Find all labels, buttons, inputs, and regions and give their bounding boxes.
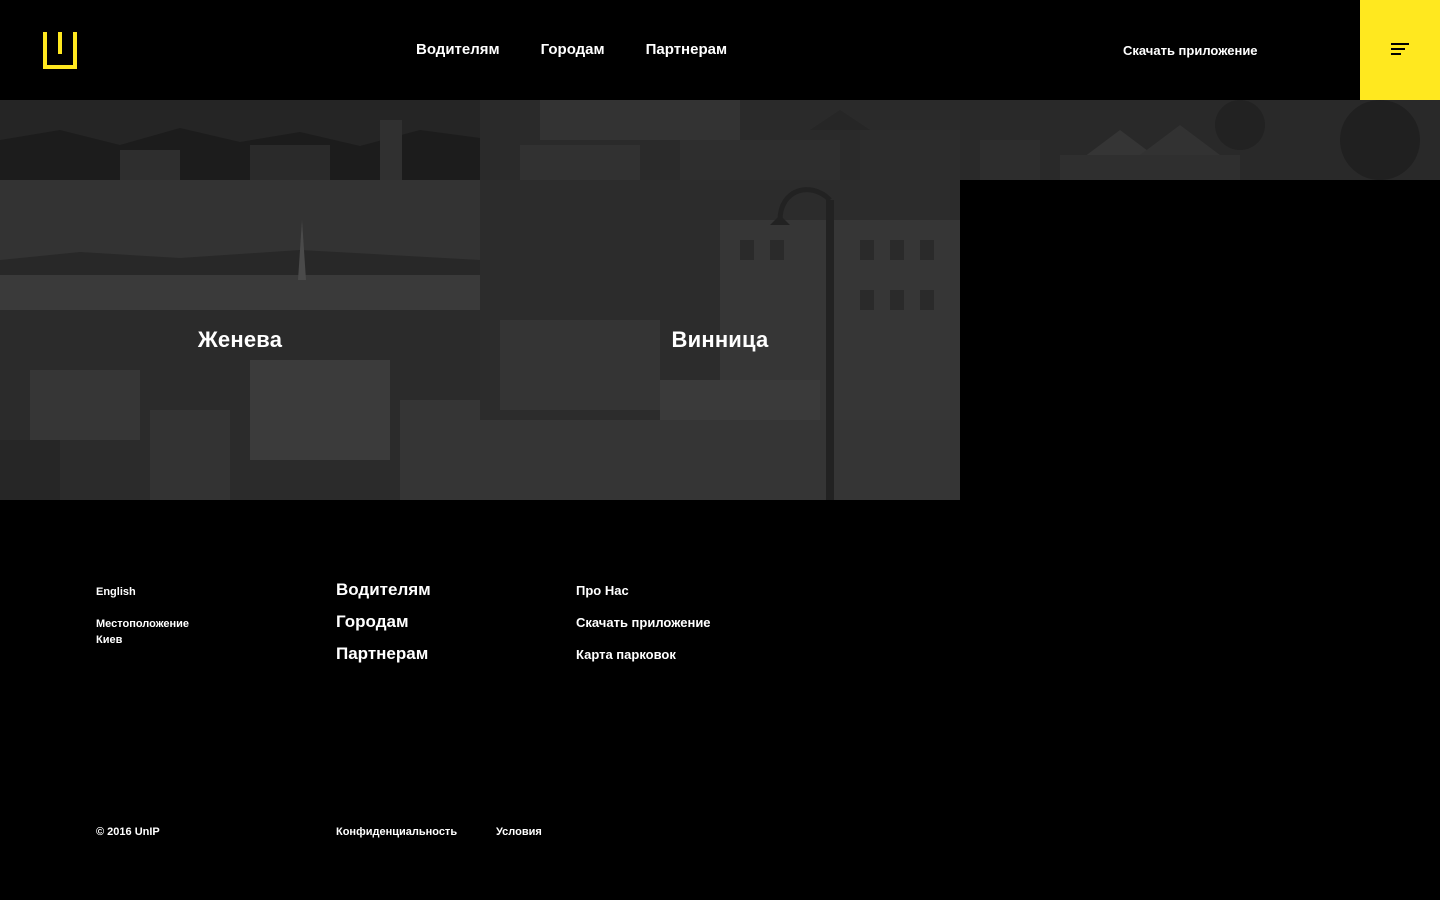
city-tile-geneva[interactable]: Женева [0,180,480,500]
language-switch[interactable]: English [96,584,136,600]
footer-link-cities[interactable]: Городам [336,611,409,633]
footer-link-about[interactable]: Про Нас [576,582,629,600]
terms-link[interactable]: Условия [496,824,542,840]
hamburger-menu-icon [1391,43,1409,55]
nav-partners[interactable]: Партнерам [646,40,727,60]
footer-link-download[interactable]: Скачать приложение [576,614,711,632]
download-app-link[interactable]: Скачать приложение [1123,42,1258,60]
footer-link-parking-map[interactable]: Карта парковок [576,646,676,664]
location-label: Местоположение [96,618,190,630]
city-name-vinnytsia[interactable]: Винница [480,327,960,353]
footer-link-drivers[interactable]: Водителям [336,579,431,601]
main-nav: Водителям Городам Партнерам [416,40,727,60]
privacy-link[interactable]: Конфиденциальность [336,824,457,840]
location-value: Киев [96,634,123,646]
city-tile-top-1[interactable] [0,100,480,180]
bracket-u-logo[interactable] [42,30,78,70]
city-photo-image [960,100,1440,180]
site-header: Водителям Городам Партнерам Скачать прил… [0,0,1440,100]
city-name-geneva[interactable]: Женева [0,327,480,353]
city-tile-top-2[interactable] [480,100,960,180]
copyright: © 2016 UnIP [96,826,160,838]
city-tile-vinnytsia[interactable]: Винница [480,180,960,500]
nav-drivers[interactable]: Водителям [416,40,500,60]
nav-cities[interactable]: Городам [541,40,605,60]
footer-link-partners[interactable]: Партнерам [336,643,428,665]
city-photo-image [480,100,960,180]
menu-button[interactable] [1360,0,1440,100]
city-photo-image [0,100,480,180]
city-tile-top-3[interactable] [960,100,1440,180]
